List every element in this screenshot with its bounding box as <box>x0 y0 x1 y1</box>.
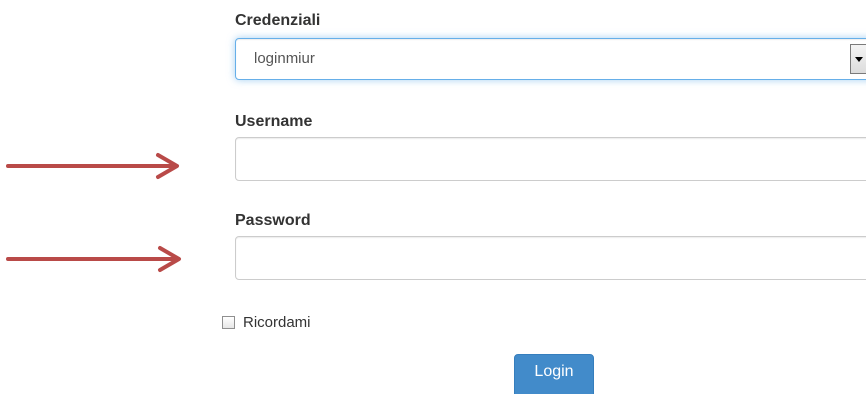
credentials-label: Credenziali <box>235 12 321 29</box>
username-input[interactable] <box>235 137 866 181</box>
chevron-down-icon[interactable] <box>850 44 866 74</box>
arrow-right-icon <box>6 153 179 179</box>
password-input[interactable] <box>235 236 866 280</box>
remember-label: Ricordami <box>243 314 311 331</box>
password-label: Password <box>235 212 311 229</box>
credentials-select[interactable]: loginmiur <box>235 38 866 80</box>
username-label: Username <box>235 113 313 130</box>
arrow-right-icon <box>6 246 181 272</box>
remember-checkbox[interactable] <box>222 316 235 329</box>
remember-me[interactable]: Ricordami <box>222 314 311 331</box>
login-button[interactable]: Login <box>514 354 594 394</box>
login-form: Credenziali loginmiur Username Password … <box>0 0 866 394</box>
credentials-select-value: loginmiur <box>254 50 315 67</box>
